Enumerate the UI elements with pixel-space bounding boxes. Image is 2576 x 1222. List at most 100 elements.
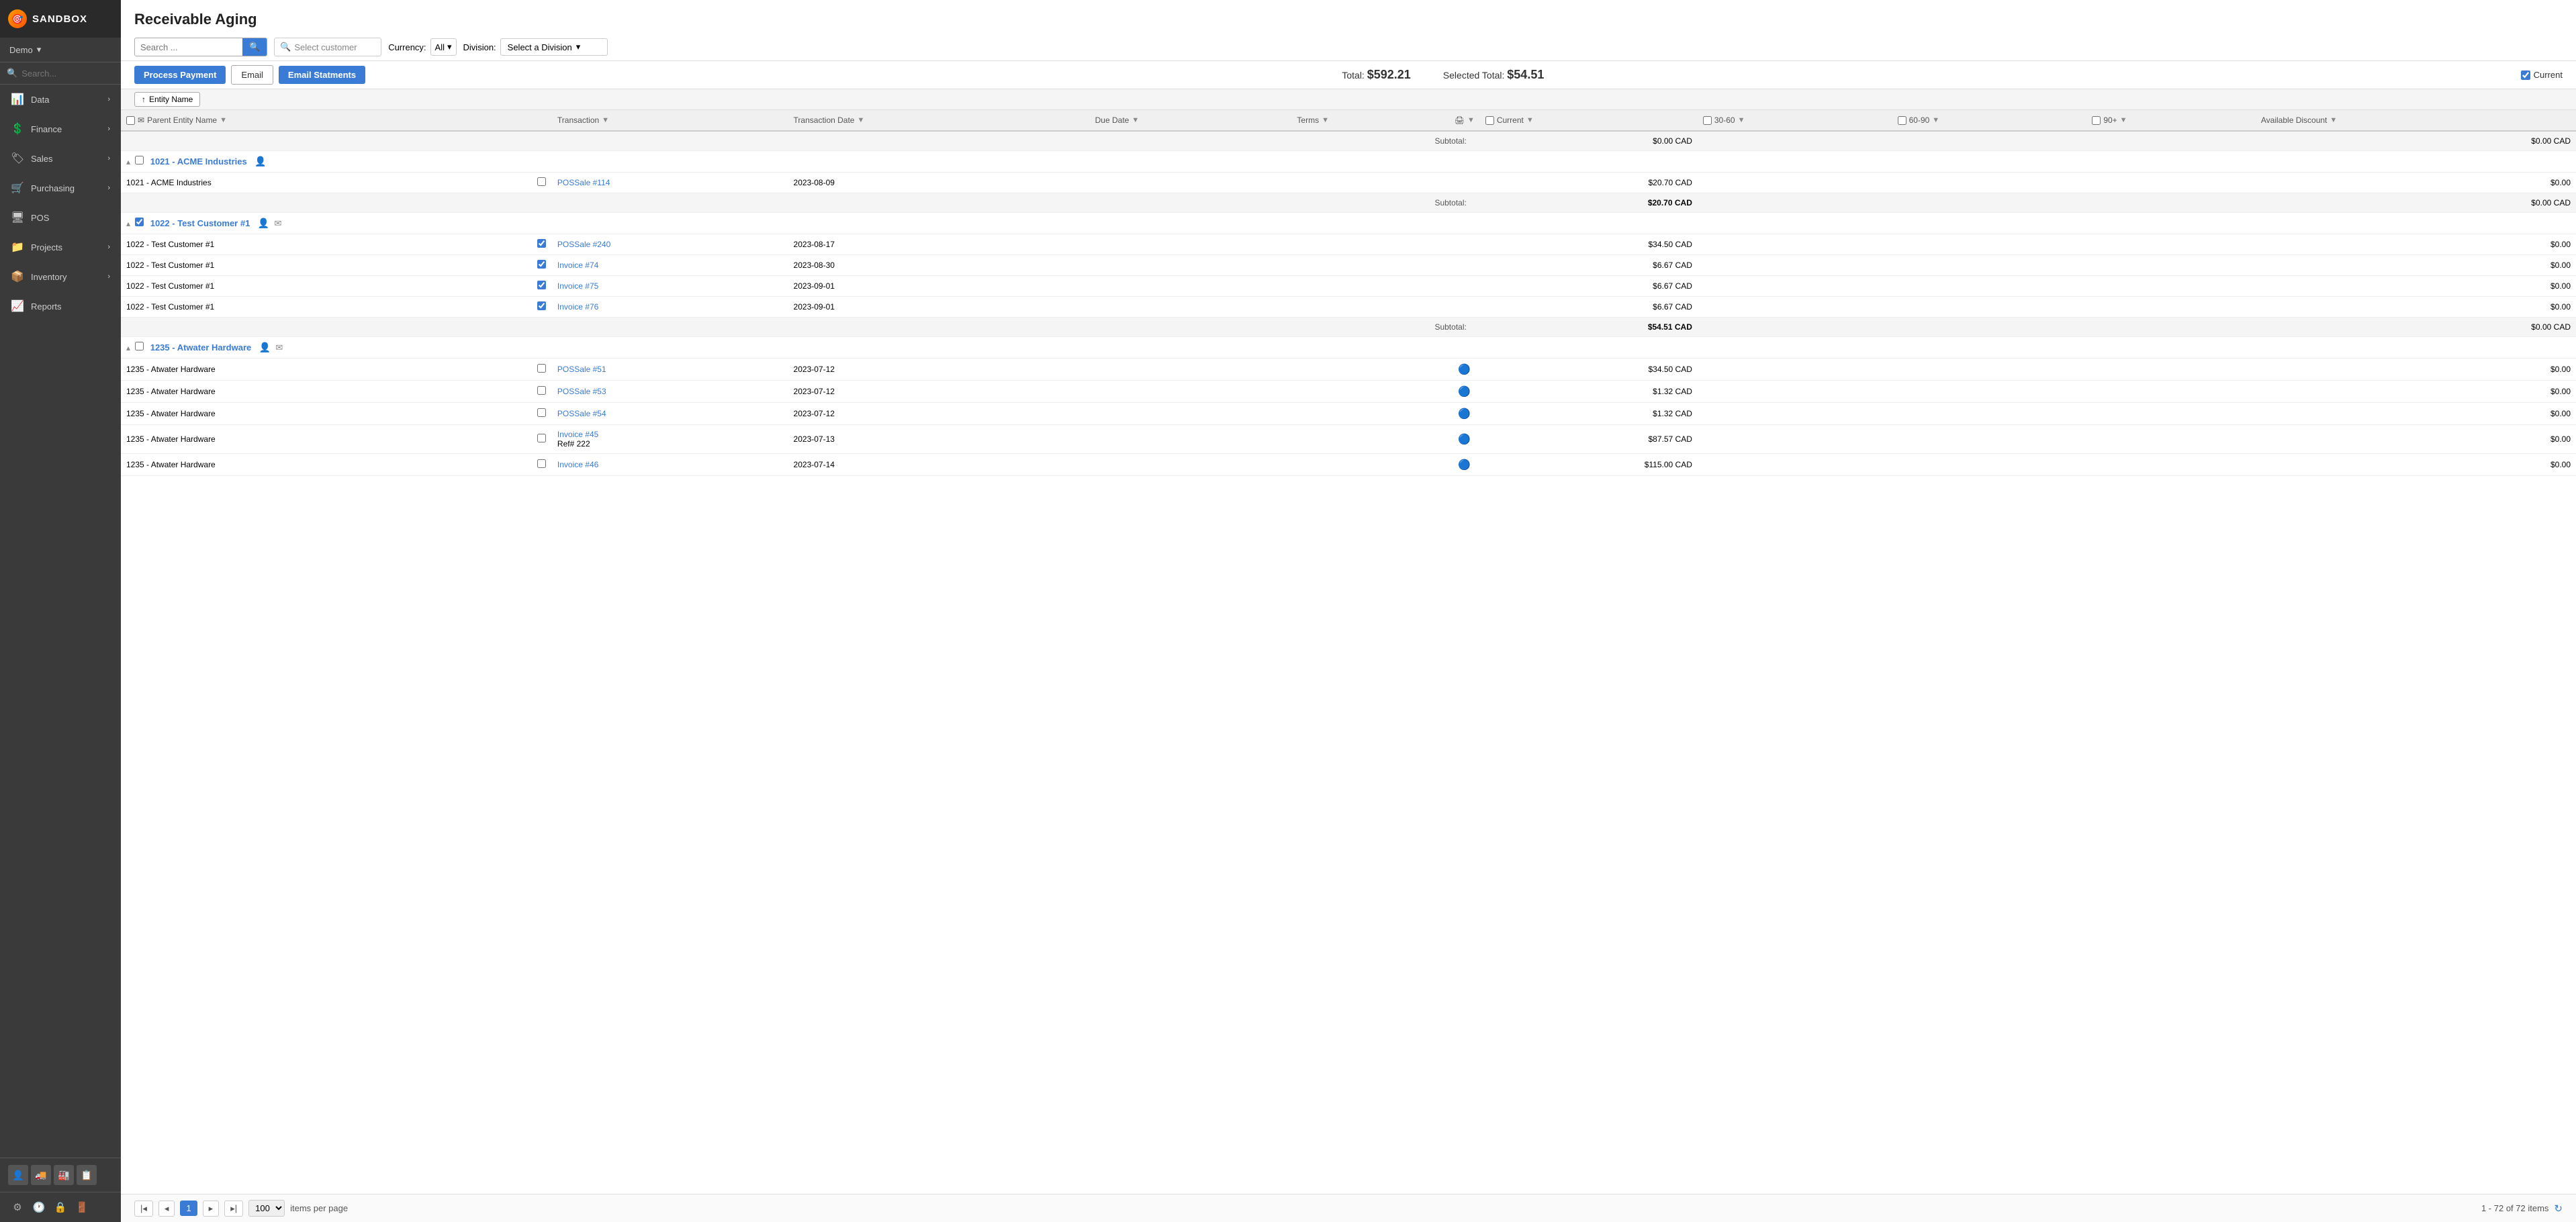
sidebar-item-pos[interactable]: 🖥POS [0,203,121,232]
transaction-link[interactable]: POSSale #114 [557,178,610,187]
clipboard-icon[interactable]: 📋 [77,1165,97,1185]
per-page-select[interactable]: 100502510 [248,1200,285,1217]
process-payment-button[interactable]: Process Payment [134,66,226,84]
col-30-60-cell [1698,173,1892,193]
filter-icon[interactable]: ▼ [1738,116,1745,124]
terms-cell [1291,403,1448,425]
mail-icon[interactable]: ✉ [274,218,281,228]
clock-icon[interactable]: 🕐 [30,1198,48,1217]
sidebar-item-finance[interactable]: 💲Finance › [0,114,121,144]
collapse-icon[interactable]: ▴ [126,219,130,228]
transaction-link[interactable]: Invoice #74 [557,261,598,270]
sidebar-item-projects[interactable]: 📁Projects › [0,232,121,262]
group-name[interactable]: 1235 - Atwater Hardware [150,342,252,352]
row-checkbox[interactable] [537,177,546,186]
pagination-bar: |◂ ◂ 1 ▸ ▸| 100502510 items per page 1 -… [121,1194,2576,1222]
filter-icon[interactable]: ▼ [2330,116,2337,124]
transaction-date-cell: 2023-08-30 [788,255,1090,276]
transaction-link[interactable]: Invoice #75 [557,281,598,291]
next-page-button[interactable]: ▸ [203,1201,220,1217]
transaction-cell: Invoice #45Ref# 222 [552,425,788,454]
mail-icon[interactable]: ✉ [275,342,283,352]
customer-placeholder: Select customer [294,42,357,52]
transaction-link[interactable]: Invoice #45 [557,430,598,439]
row-checkbox[interactable] [537,386,546,395]
division-select[interactable]: Select a Division ▾ [500,38,608,56]
group-name[interactable]: 1022 - Test Customer #1 [150,218,250,228]
sort-entity-button[interactable]: ↑ Entity Name [134,92,200,107]
current-checkbox[interactable] [2521,70,2530,80]
search-input[interactable] [135,39,242,56]
sidebar-item-inventory[interactable]: 📦Inventory › [0,262,121,291]
currency-select[interactable]: All ▾ [430,38,457,56]
sidebar-search-input[interactable] [21,68,114,79]
person-icon[interactable]: 👤 [258,218,269,228]
logout-icon[interactable]: 🚪 [73,1198,91,1217]
sidebar-item-purchasing[interactable]: 🛒Purchasing › [0,173,121,203]
90plus-checkbox[interactable] [2092,116,2101,125]
col-due-date: Due Date ▼ [1090,110,1292,131]
select-all-checkbox[interactable] [126,116,135,125]
customer-search[interactable]: 🔍 Select customer [274,38,381,56]
row-checkbox[interactable] [537,281,546,289]
table-row: 1235 - Atwater Hardware POSSale #53 2023… [121,381,2576,403]
chevron-right-icon: › [107,95,110,103]
row-checkbox[interactable] [537,459,546,468]
lock-icon[interactable]: 🔒 [51,1198,70,1217]
filter-icon[interactable]: ▼ [1132,116,1139,124]
sidebar-item-sales[interactable]: 🏷Sales › [0,144,121,173]
row-checkbox[interactable] [537,408,546,417]
60-90-checkbox[interactable] [1898,116,1906,125]
transaction-date-cell: 2023-07-12 [788,403,1090,425]
filter-icon[interactable]: ▼ [2120,116,2127,124]
first-page-button[interactable]: |◂ [134,1201,153,1217]
transaction-link[interactable]: POSSale #240 [557,240,610,249]
factory-icon[interactable]: 🏭 [54,1165,74,1185]
30-60-checkbox[interactable] [1703,116,1712,125]
page-1-button[interactable]: 1 [180,1201,197,1216]
transaction-link[interactable]: POSSale #53 [557,387,606,396]
filter-icon[interactable]: ▼ [220,116,227,124]
filter-icon[interactable]: ▼ [1932,116,1939,124]
filter-icon[interactable]: ▼ [1467,116,1475,124]
collapse-icon[interactable]: ▴ [126,157,130,167]
people-icon[interactable]: 👤 [8,1165,28,1185]
prev-page-button[interactable]: ◂ [158,1201,175,1217]
filter-icon[interactable]: ▼ [857,116,864,124]
row-checkbox[interactable] [537,364,546,373]
transaction-link[interactable]: POSSale #51 [557,365,606,374]
row-checkbox[interactable] [537,239,546,248]
chevron-right-icon: › [107,154,110,162]
sidebar-user[interactable]: Demo ▾ [0,38,121,62]
email-statements-button[interactable]: Email Statments [279,66,365,84]
sidebar-item-data[interactable]: 📊Data › [0,85,121,114]
search-button[interactable]: 🔍 [242,38,267,56]
transaction-link[interactable]: POSSale #54 [557,409,606,418]
row-checkbox[interactable] [537,260,546,269]
filter-icon[interactable]: ▼ [1526,116,1534,124]
print-cell: 🔵 [1449,403,1480,425]
filter-icon[interactable]: ▼ [602,116,609,124]
person-icon[interactable]: 👤 [259,342,271,352]
transaction-link[interactable]: Invoice #46 [557,460,598,469]
transaction-link[interactable]: Invoice #76 [557,302,598,312]
filter-icon[interactable]: ▼ [1322,116,1329,124]
email-button[interactable]: Email [231,65,273,85]
row-checkbox[interactable] [537,434,546,442]
last-page-button[interactable]: ▸| [224,1201,243,1217]
collapse-icon[interactable]: ▴ [126,343,130,352]
col-transaction: Transaction ▼ [552,110,788,131]
current-col-checkbox[interactable] [1485,116,1494,125]
row-checkbox[interactable] [537,301,546,310]
group-checkbox[interactable] [135,342,144,350]
settings-icon[interactable]: ⚙ [8,1198,27,1217]
current-cell: $1.32 CAD [1480,403,1698,425]
group-checkbox[interactable] [135,156,144,164]
truck-icon[interactable]: 🚚 [31,1165,51,1185]
group-name[interactable]: 1021 - ACME Industries [150,156,247,167]
group-checkbox[interactable] [135,218,144,226]
refresh-icon[interactable]: ↻ [2554,1203,2563,1215]
sidebar-item-reports[interactable]: 📈Reports [0,291,121,321]
due-date-cell [1090,359,1292,381]
person-icon[interactable]: 👤 [255,156,266,167]
